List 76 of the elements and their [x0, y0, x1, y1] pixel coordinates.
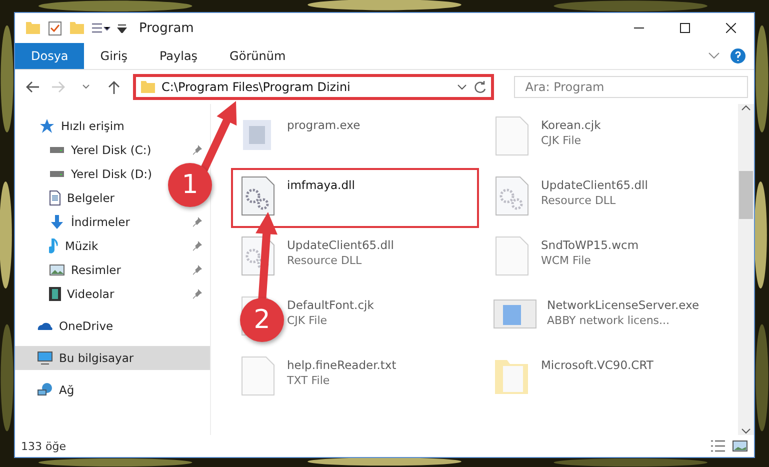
maximize-icon	[680, 23, 690, 33]
chevron-down-icon	[708, 52, 720, 60]
refresh-icon	[473, 80, 488, 94]
file-type: TXT File	[287, 374, 331, 387]
details-view-icon	[710, 439, 726, 453]
sidebar-item[interactable]: Müzik	[15, 234, 210, 258]
thumbnail-view-icon	[732, 439, 748, 453]
file-name[interactable]: Korean.cjk	[541, 118, 601, 132]
folder-icon	[25, 22, 41, 34]
file-type: ABBY network licens...	[547, 314, 671, 327]
scroll-thumb[interactable]	[739, 170, 753, 218]
gear-file-icon	[493, 176, 531, 216]
cloud-icon	[37, 321, 53, 331]
monitor-icon	[37, 350, 53, 366]
network-icon	[37, 382, 53, 398]
file-type: CJK File	[541, 134, 582, 147]
sidebar-item[interactable]: OneDrive	[15, 314, 122, 338]
sidebar-item[interactable]: Bu bilgisayar	[15, 346, 210, 370]
selected-file-item[interactable]: imfmaya.dll	[231, 168, 479, 228]
film-icon	[49, 286, 61, 302]
document-icon	[493, 236, 531, 276]
star-icon	[39, 118, 55, 134]
file-type: WCM File	[541, 254, 592, 267]
file-type: CJK File	[287, 314, 328, 327]
back-arrow-icon	[24, 81, 39, 93]
file-name[interactable]: Microsoft.VC90.CRT	[541, 358, 654, 372]
sidebar-item[interactable]: Videolar	[15, 282, 210, 306]
forward-arrow-icon	[52, 81, 66, 93]
document-icon	[493, 116, 531, 156]
drive-icon	[49, 147, 65, 153]
file-name[interactable]: DefaultFont.cjk	[287, 298, 374, 312]
file-name[interactable]: program.exe	[287, 118, 360, 132]
scrollbar[interactable]	[738, 104, 754, 435]
scroll-up-icon	[741, 104, 751, 112]
file-name[interactable]: UpdateClient65.dll	[541, 178, 648, 192]
ribbon-tab[interactable]: Görünüm	[214, 43, 302, 69]
file-name[interactable]: NetworkLicenseServer.exe	[547, 298, 700, 312]
properties-icon	[91, 22, 111, 34]
ribbon-tab[interactable]: Giriş	[84, 43, 144, 69]
drive-icon	[49, 171, 65, 177]
up-arrow-icon	[108, 80, 120, 94]
music-note-icon	[49, 238, 59, 254]
file-type: Resource DLL	[287, 254, 363, 267]
down-arrow-icon	[49, 214, 65, 230]
ribbon-tab[interactable]: Dosya	[15, 43, 84, 69]
file-name[interactable]: help.fineReader.txt	[287, 358, 396, 372]
sidebar-item[interactable]: Yerel Disk (D:)	[15, 162, 160, 186]
minimize-icon	[634, 27, 644, 29]
sidebar-item[interactable]: İndirmeler	[15, 210, 210, 234]
search-field[interactable]: Ara: Program	[514, 76, 748, 98]
document-icon	[49, 190, 61, 206]
item-count: 133 öğe	[21, 440, 66, 452]
sidebar-item[interactable]: Yerel Disk (C:)	[15, 138, 210, 162]
gear-file-icon	[239, 176, 277, 216]
caret-icon	[117, 23, 127, 33]
sidebar-item[interactable]: Ağ	[15, 378, 82, 402]
checklist-icon	[47, 20, 63, 36]
ribbon-tab[interactable]: Paylaş	[143, 43, 214, 69]
help-icon	[730, 48, 746, 64]
file-name[interactable]: imfmaya.dll	[287, 178, 355, 192]
sidebar-item[interactable]: Hızlı erişim	[15, 114, 132, 138]
chevron-down-icon	[82, 84, 90, 90]
scroll-down-icon	[741, 427, 751, 435]
sidebar-item[interactable]: Belgeler	[15, 186, 123, 210]
close-icon	[726, 23, 736, 33]
folder-icon	[69, 22, 85, 34]
address-field[interactable]: C:\Program Files\Program Dizini	[132, 74, 494, 100]
file-type: Resource DLL	[541, 194, 617, 207]
folder-icon	[140, 81, 156, 93]
file-name[interactable]: UpdateClient65.dll	[287, 238, 394, 252]
sidebar-item[interactable]: Resimler	[15, 258, 210, 282]
document-icon	[239, 356, 277, 396]
chevron-down-icon	[457, 84, 468, 90]
file-name[interactable]: SndToWP15.wcm	[541, 238, 639, 252]
picture-icon	[49, 264, 65, 276]
window-title: Program	[139, 20, 194, 36]
